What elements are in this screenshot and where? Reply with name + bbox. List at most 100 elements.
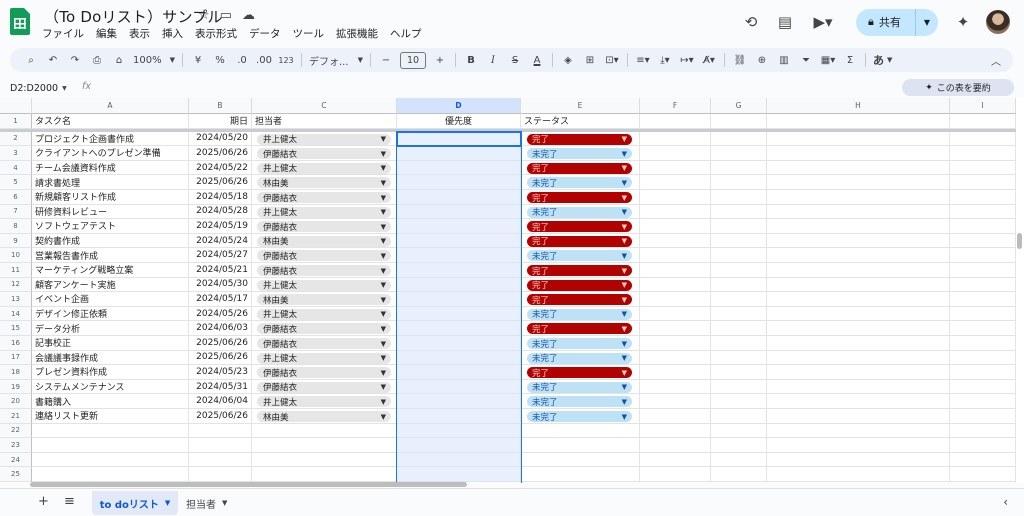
cell[interactable] xyxy=(950,438,1016,453)
cell[interactable] xyxy=(711,248,767,263)
row-header[interactable]: 11 xyxy=(0,263,32,278)
status-dropdown-chip[interactable]: 完了 ▼ xyxy=(527,279,632,291)
cell[interactable] xyxy=(32,438,189,453)
cell[interactable] xyxy=(950,336,1016,351)
row-header[interactable]: 9 xyxy=(0,233,32,249)
cell[interactable] xyxy=(252,438,397,453)
cell[interactable] xyxy=(711,379,767,395)
cell[interactable] xyxy=(711,175,767,190)
cell[interactable] xyxy=(252,423,397,439)
cell[interactable] xyxy=(189,452,252,468)
menu-format[interactable]: 表示形式 xyxy=(195,26,237,41)
cell[interactable] xyxy=(767,379,950,395)
functions-icon[interactable]: Σ xyxy=(839,48,861,72)
cell[interactable] xyxy=(711,467,767,482)
history-icon[interactable]: ⟲ xyxy=(740,11,762,33)
cell[interactable] xyxy=(767,321,950,336)
cell[interactable] xyxy=(711,219,767,234)
header-cell[interactable] xyxy=(711,114,767,129)
sheet-tab-owner[interactable]: 担当者 ▼ xyxy=(186,491,227,515)
cell[interactable] xyxy=(711,438,767,453)
input-tools-button[interactable]: あ ▼ xyxy=(870,48,895,72)
user-avatar[interactable] xyxy=(986,10,1010,34)
cell[interactable] xyxy=(950,292,1016,307)
cell[interactable] xyxy=(950,131,1016,147)
task-cell[interactable]: 研修資料レビュー xyxy=(32,204,189,220)
status-dropdown-chip[interactable]: 完了 ▼ xyxy=(527,235,632,247)
cell[interactable] xyxy=(640,233,711,249)
header-cell[interactable]: ステータス xyxy=(521,114,640,129)
task-cell[interactable]: 書籍購入 xyxy=(32,394,189,409)
row-header[interactable]: 20 xyxy=(0,394,32,409)
cell[interactable] xyxy=(767,190,950,205)
menu-edit[interactable]: 編集 xyxy=(96,26,117,41)
header-cell[interactable]: 担当者 xyxy=(252,114,397,129)
status-dropdown-chip[interactable]: 完了 ▼ xyxy=(527,192,632,204)
status-dropdown-chip[interactable]: 未完了 ▼ xyxy=(527,148,632,160)
menu-view[interactable]: 表示 xyxy=(129,26,150,41)
cell[interactable] xyxy=(711,409,767,424)
cell[interactable] xyxy=(252,452,397,468)
cell[interactable] xyxy=(711,365,767,380)
cell[interactable] xyxy=(640,321,711,336)
cell[interactable] xyxy=(711,263,767,278)
row-header[interactable]: 1 xyxy=(0,114,32,129)
cell[interactable] xyxy=(640,438,711,453)
cell[interactable] xyxy=(711,423,767,439)
all-sheets-icon[interactable]: ≡ xyxy=(64,494,75,509)
date-cell[interactable]: 2024/05/31 xyxy=(189,379,252,395)
status-dropdown-chip[interactable]: 未完了 ▼ xyxy=(527,206,632,218)
cell[interactable] xyxy=(640,190,711,205)
date-cell[interactable]: 2024/05/30 xyxy=(189,277,252,293)
cell[interactable] xyxy=(711,233,767,249)
filter-icon[interactable]: ⏷ xyxy=(795,48,817,72)
row-header[interactable]: 2 xyxy=(0,131,32,147)
redo-icon[interactable]: ↷ xyxy=(64,48,86,72)
print-icon[interactable]: ⎙ xyxy=(86,48,108,72)
owner-dropdown-chip[interactable]: 井上健太 ▼ xyxy=(257,308,391,320)
cell[interactable] xyxy=(950,379,1016,395)
cell[interactable] xyxy=(767,248,950,263)
row-header[interactable]: 18 xyxy=(0,365,32,380)
cell[interactable] xyxy=(711,292,767,307)
cell[interactable] xyxy=(640,394,711,409)
chevron-left-icon[interactable]: ‹ xyxy=(1003,495,1008,509)
date-cell[interactable]: 2024/05/23 xyxy=(189,365,252,380)
cell[interactable] xyxy=(767,204,950,220)
column-header-h[interactable]: H xyxy=(767,98,950,114)
row-header[interactable]: 7 xyxy=(0,204,32,220)
task-cell[interactable]: ソフトウェアテスト xyxy=(32,219,189,234)
cell[interactable] xyxy=(950,452,1016,468)
row-header[interactable]: 17 xyxy=(0,350,32,366)
sheets-logo-icon[interactable] xyxy=(10,8,30,35)
date-cell[interactable]: 2024/06/03 xyxy=(189,321,252,336)
cell[interactable] xyxy=(950,277,1016,293)
cell[interactable] xyxy=(640,175,711,190)
date-cell[interactable]: 2024/05/27 xyxy=(189,248,252,263)
italic-icon[interactable]: I xyxy=(482,48,504,72)
cell[interactable] xyxy=(950,423,1016,439)
owner-dropdown-chip[interactable]: 伊藤結衣 ▼ xyxy=(257,265,391,277)
cell[interactable] xyxy=(640,160,711,176)
cell[interactable] xyxy=(640,452,711,468)
owner-dropdown-chip[interactable]: 井上健太 ▼ xyxy=(257,396,391,408)
cell[interactable] xyxy=(521,452,640,468)
insert-chart-icon[interactable]: ▥ xyxy=(773,48,795,72)
column-header-b[interactable]: B xyxy=(189,98,252,114)
owner-dropdown-chip[interactable]: 伊藤結衣 ▼ xyxy=(257,148,391,160)
task-cell[interactable]: プロジェクト企画書作成 xyxy=(32,131,189,147)
cell[interactable] xyxy=(767,365,950,380)
cell[interactable] xyxy=(711,160,767,176)
cell[interactable] xyxy=(950,175,1016,190)
cell[interactable] xyxy=(640,350,711,366)
row-header[interactable]: 8 xyxy=(0,219,32,234)
text-wrap-icon[interactable]: ↦▾ xyxy=(676,48,698,72)
cell[interactable] xyxy=(767,160,950,176)
cell[interactable] xyxy=(950,146,1016,161)
status-dropdown-chip[interactable]: 完了 ▼ xyxy=(527,367,632,379)
column-header-f[interactable]: F xyxy=(640,98,711,114)
cell[interactable] xyxy=(711,452,767,468)
menu-help[interactable]: ヘルプ xyxy=(390,26,422,41)
menu-insert[interactable]: 挿入 xyxy=(162,26,183,41)
owner-dropdown-chip[interactable]: 井上健太 ▼ xyxy=(257,279,391,291)
